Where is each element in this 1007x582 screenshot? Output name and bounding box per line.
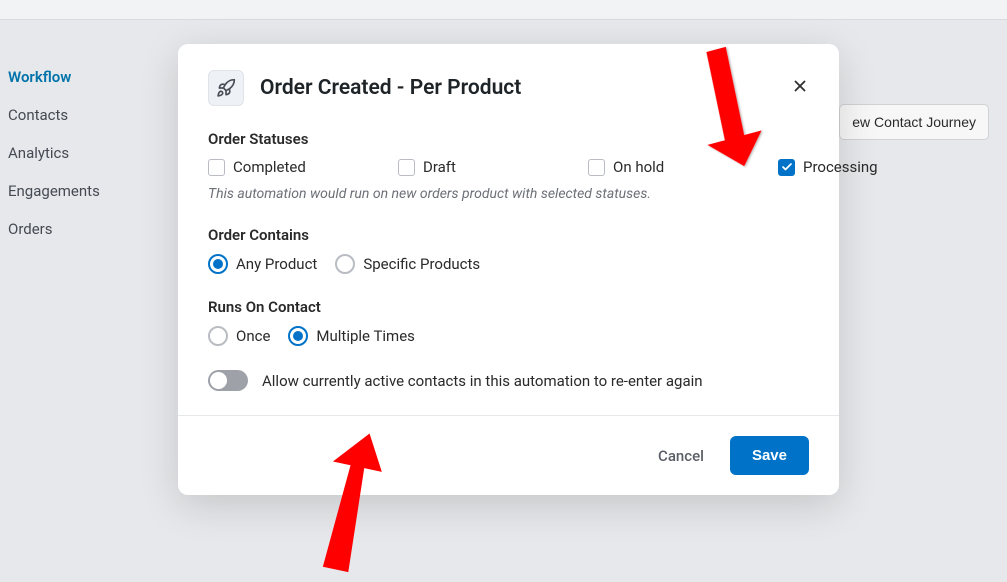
- checkbox-label: On hold: [613, 158, 664, 176]
- order-contains-label: Order Contains: [208, 226, 809, 244]
- runs-on-contact-label: Runs On Contact: [208, 298, 809, 316]
- radio-label: Specific Products: [363, 255, 480, 273]
- checkbox-completed[interactable]: Completed: [208, 158, 308, 176]
- radio-circle: [208, 254, 228, 274]
- radio-specific-products[interactable]: Specific Products: [335, 254, 480, 274]
- modal: Order Created - Per Product Order Status…: [178, 44, 839, 495]
- view-contact-journey-button[interactable]: ew Contact Journey: [839, 104, 989, 140]
- checkbox-box: [208, 159, 225, 176]
- radio-circle: [288, 326, 308, 346]
- radio-label: Any Product: [236, 255, 317, 273]
- checkbox-box: [778, 159, 795, 176]
- reenter-label: Allow currently active contacts in this …: [262, 372, 703, 390]
- sidebar-item-contacts[interactable]: Contacts: [8, 96, 148, 134]
- sidebar-item-engagements[interactable]: Engagements: [8, 172, 148, 210]
- checkbox-draft[interactable]: Draft: [398, 158, 498, 176]
- radio-label: Multiple Times: [316, 327, 414, 345]
- checkbox-on-hold[interactable]: On hold: [588, 158, 688, 176]
- radio-any-product[interactable]: Any Product: [208, 254, 317, 274]
- checkbox-label: Completed: [233, 158, 306, 176]
- sidebar-item-workflow[interactable]: Workflow: [8, 58, 148, 96]
- order-statuses-help: This automation would run on new orders …: [208, 186, 809, 202]
- reenter-toggle[interactable]: [208, 370, 248, 391]
- sidebar: Workflow Contacts Analytics Engagements …: [8, 58, 148, 248]
- checkbox-processing[interactable]: Processing: [778, 158, 878, 176]
- radio-label: Once: [236, 327, 270, 345]
- checkbox-label: Processing: [803, 158, 878, 176]
- cancel-button[interactable]: Cancel: [658, 447, 704, 465]
- sidebar-item-analytics[interactable]: Analytics: [8, 134, 148, 172]
- radio-once[interactable]: Once: [208, 326, 270, 346]
- checkbox-box: [588, 159, 605, 176]
- save-button[interactable]: Save: [730, 436, 809, 475]
- checkbox-box: [398, 159, 415, 176]
- radio-circle: [208, 326, 228, 346]
- rocket-icon: [208, 70, 244, 106]
- sidebar-item-orders[interactable]: Orders: [8, 210, 148, 248]
- checkbox-label: Draft: [423, 158, 456, 176]
- radio-circle: [335, 254, 355, 274]
- modal-title: Order Created - Per Product: [260, 76, 791, 100]
- close-button[interactable]: [791, 77, 809, 99]
- order-statuses-label: Order Statuses: [208, 130, 809, 148]
- radio-multiple-times[interactable]: Multiple Times: [288, 326, 414, 346]
